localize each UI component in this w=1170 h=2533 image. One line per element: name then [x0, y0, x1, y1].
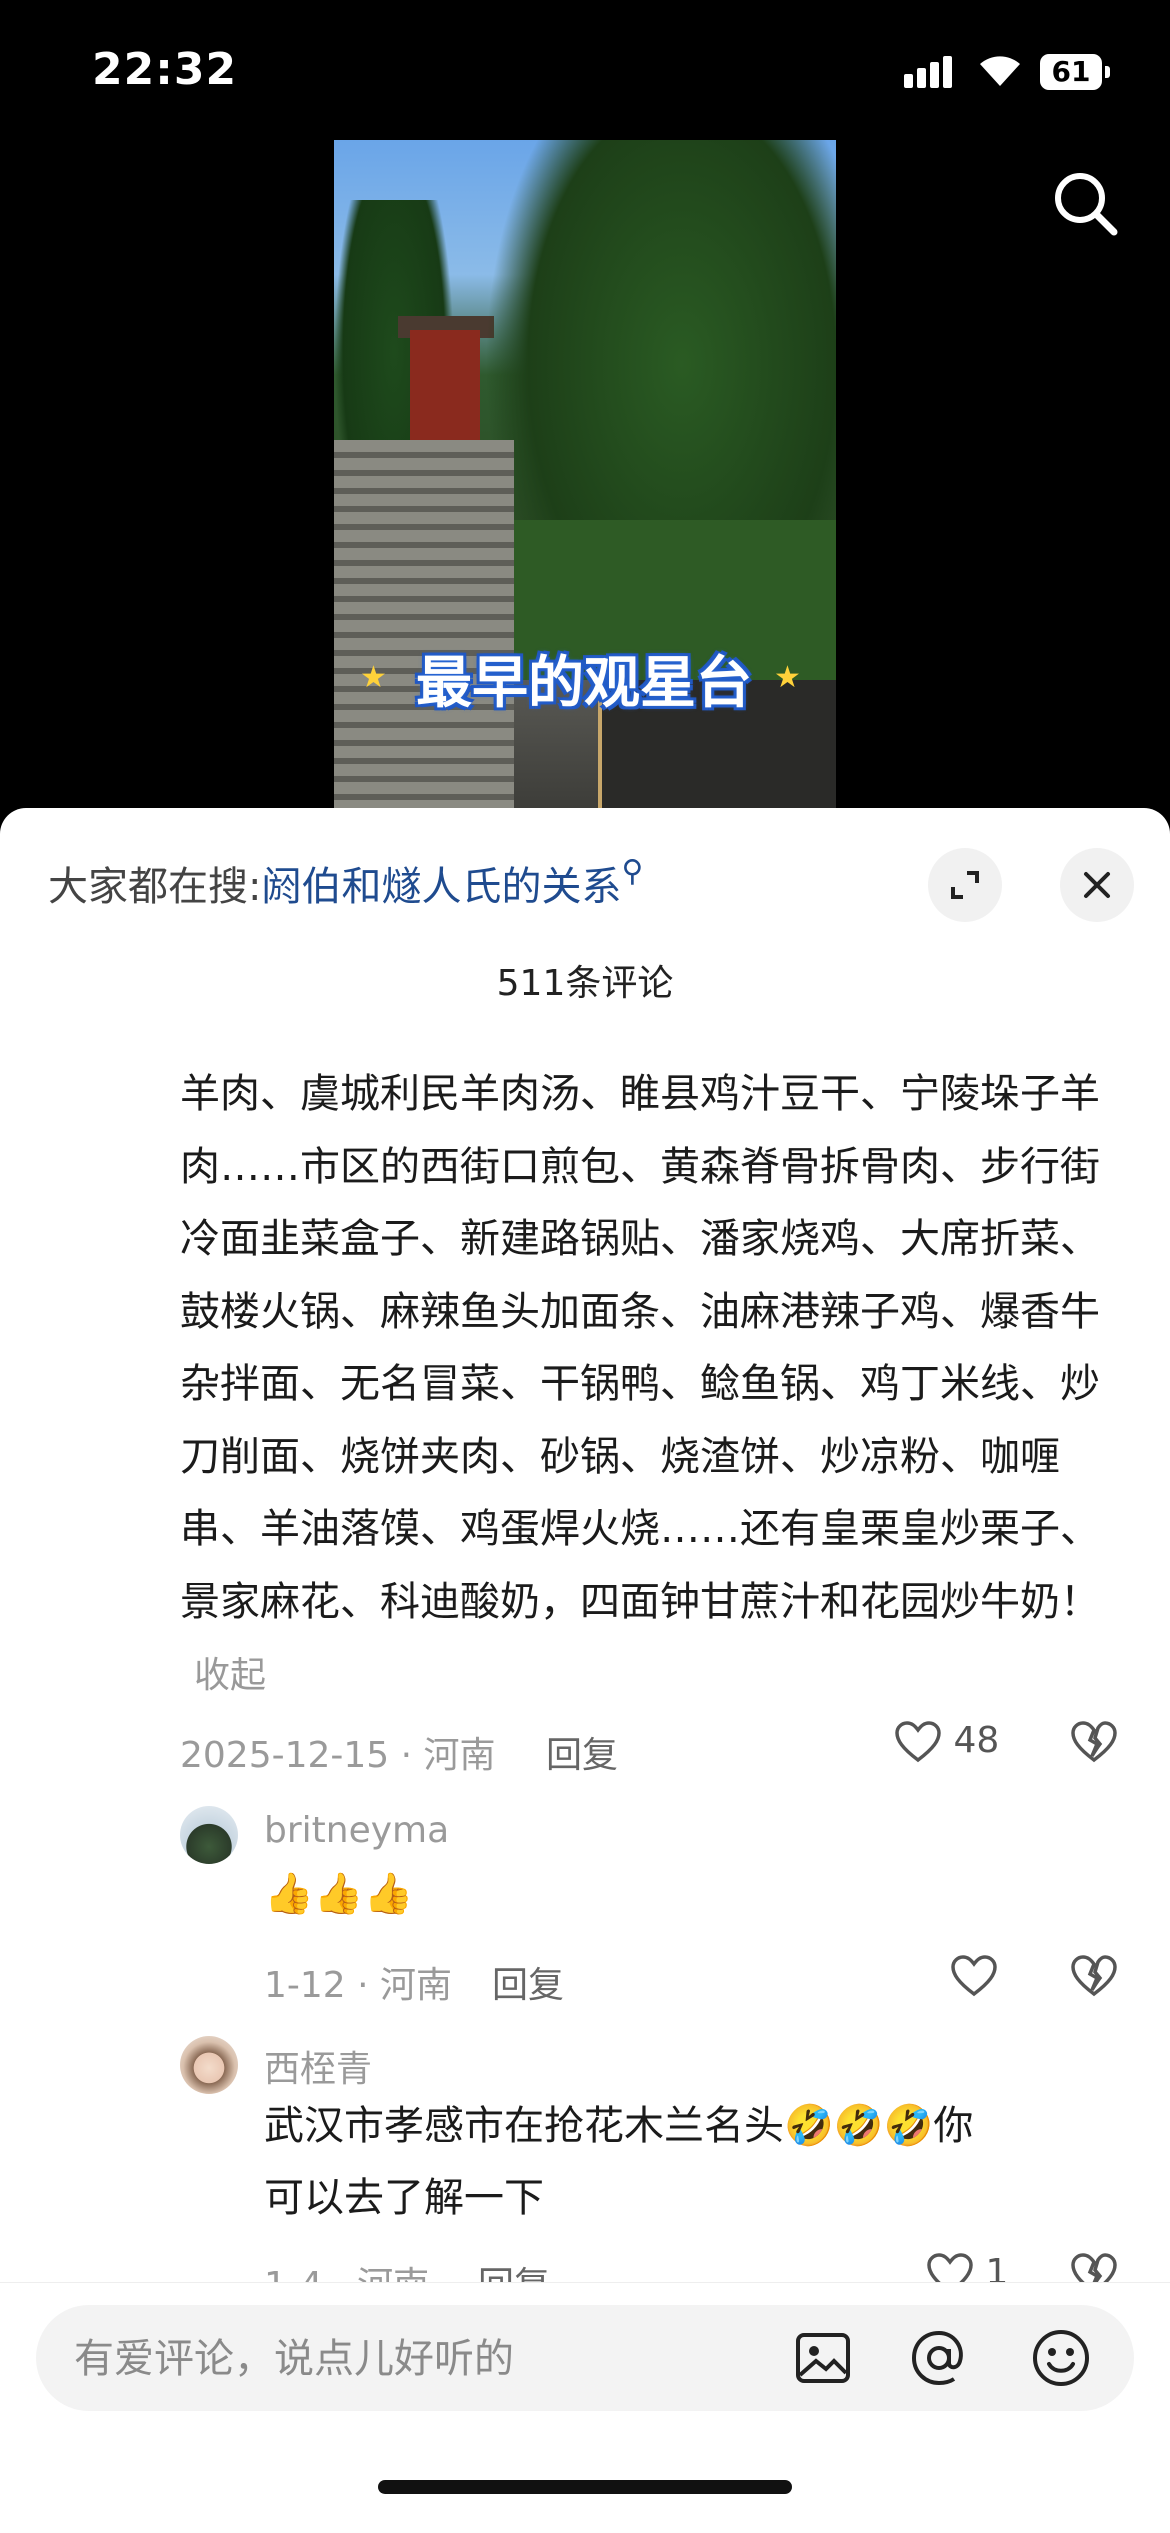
- trending-search-label: 大家都在搜:: [48, 864, 262, 910]
- comment-input-box[interactable]: [36, 2305, 1134, 2413]
- battery-level: 61: [1051, 55, 1091, 88]
- battery-indicator: 61: [1040, 54, 1110, 90]
- dislike-icon[interactable]: [1070, 1954, 1118, 1998]
- comment-sheet: 大家都在搜:阏伯和燧人氏的关系⚲ 511条评论 羊肉、虞城利民羊肉汤、睢县鸡汁豆…: [0, 808, 1170, 2532]
- heart-icon[interactable]: [950, 1954, 998, 1998]
- status-time: 22:32: [92, 44, 238, 95]
- reply-date-location: 1-12 · 河南: [264, 1965, 453, 2006]
- image-picker-icon[interactable]: [792, 2327, 854, 2389]
- expand-button[interactable]: [928, 848, 1002, 922]
- star-decoration-icon: ★: [360, 660, 387, 695]
- reply-button[interactable]: 回复: [492, 1956, 564, 2008]
- heart-icon: [895, 1721, 941, 1763]
- reply-text: 👍👍👍: [264, 1871, 414, 1917]
- avatar[interactable]: [180, 2036, 238, 2094]
- video-caption: 最早的观星台: [416, 651, 752, 716]
- trending-search[interactable]: 大家都在搜:阏伯和燧人氏的关系⚲: [48, 854, 643, 912]
- dislike-icon[interactable]: [1070, 1720, 1118, 1764]
- reply-text-line: 武汉市孝感市在抢花木兰名头🤣🤣🤣你: [264, 2103, 974, 2149]
- wifi-icon: [980, 56, 1020, 86]
- status-bar: 22:32 61: [0, 0, 1170, 140]
- like-button[interactable]: 48: [894, 1720, 999, 1764]
- video-player[interactable]: ★ ★ 最早的观星台: [334, 140, 836, 812]
- avatar[interactable]: [180, 1806, 238, 1864]
- mention-icon[interactable]: [908, 2327, 970, 2389]
- close-icon: [1084, 872, 1110, 898]
- collapse-link[interactable]: 收起: [194, 1655, 266, 1696]
- reply-button[interactable]: 回复: [546, 1726, 618, 1778]
- like-count: 48: [953, 1720, 1000, 1761]
- trending-search-term[interactable]: 阏伯和燧人氏的关系: [261, 864, 621, 910]
- comment-text: 羊肉、虞城利民羊肉汤、睢县鸡汁豆干、宁陵垛子羊肉……市区的西街口煎包、黄森脊骨拆…: [180, 1058, 1110, 1713]
- home-indicator: [378, 2480, 792, 2494]
- video-scene: [334, 440, 514, 812]
- cellular-signal-icon: [904, 56, 956, 88]
- emoji-icon[interactable]: [1030, 2327, 1092, 2389]
- comment-input[interactable]: [72, 2305, 776, 2413]
- search-icon[interactable]: [1050, 168, 1120, 238]
- comment-count: 511条评论: [496, 963, 674, 1004]
- comment-body: 羊肉、虞城利民羊肉汤、睢县鸡汁豆干、宁陵垛子羊肉……市区的西街口煎包、黄森脊骨拆…: [180, 1071, 1100, 1625]
- close-button[interactable]: [1060, 848, 1134, 922]
- search-small-icon: ⚲: [621, 854, 644, 889]
- comment-date-location: 2025-12-15 · 河南: [180, 1735, 496, 1776]
- reply-text-line: 可以去了解一下: [264, 2175, 544, 2221]
- video-scene: [410, 330, 480, 440]
- star-decoration-icon: ★: [774, 660, 801, 695]
- reply-username[interactable]: 西桎青: [264, 2040, 372, 2092]
- expand-icon: [951, 871, 979, 899]
- comment-composer: [0, 2282, 1170, 2533]
- reply-username[interactable]: britneyma: [264, 1810, 449, 1851]
